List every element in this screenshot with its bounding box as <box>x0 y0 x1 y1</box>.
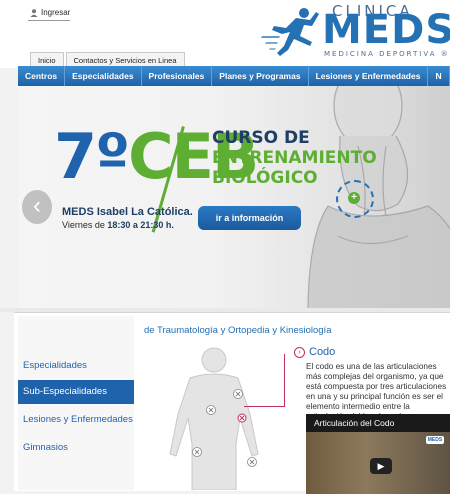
carousel-prev-arrow-icon[interactable]: ‹ <box>22 190 52 224</box>
login-underline <box>28 20 70 21</box>
nav-item-planes[interactable]: Planes y Programas <box>212 66 309 86</box>
hero-schedule: Viernes de 18:30 a 21:30 h. <box>62 220 174 230</box>
topic-title: Codo <box>309 346 336 358</box>
nav-item-profesionales[interactable]: Profesionales <box>142 66 213 86</box>
section-title: de Traumatología y Ortopedia y Kinesiolo… <box>144 325 332 336</box>
video-meds-badge: MEDS <box>426 436 444 444</box>
topic-description: El codo es una de las articulaciones más… <box>306 362 447 421</box>
login-link[interactable]: Ingresar <box>30 8 70 17</box>
main-content: de Traumatología y Ortopedia y Kinesiolo… <box>134 316 450 494</box>
sidebar-item-lesiones[interactable]: Lesiones y Enfermedades <box>18 408 134 432</box>
sidebar-item-gimnasios[interactable]: Gimnasios <box>18 436 134 460</box>
nav-item-centros[interactable]: Centros <box>18 66 66 86</box>
play-icon[interactable]: ▶ <box>370 458 392 474</box>
sidebar: Especialidades Sub-Especialidades Lesion… <box>18 316 134 490</box>
user-icon <box>30 8 38 17</box>
video-player[interactable]: Articulación del Codo MEDS ▶ <box>306 414 450 494</box>
more-info-button[interactable]: ir a información <box>198 206 301 230</box>
nav-item-more[interactable]: N <box>428 66 450 86</box>
video-title: Articulación del Codo <box>306 414 450 432</box>
logo-subtitle: MEDICINA DEPORTIVA ® <box>324 50 450 58</box>
hero-number: 7º <box>54 120 130 193</box>
nav-item-lesiones[interactable]: Lesiones y Enfermedades <box>309 66 429 86</box>
schedule-prefix: Viernes de <box>62 220 108 230</box>
connector-line-vertical <box>284 354 285 407</box>
main-nav: Centros Especialidades Profesionales Pla… <box>18 66 450 86</box>
chevron-right-icon: › <box>294 346 305 358</box>
hero-location: MEDS Isabel La Católica. <box>62 206 193 218</box>
runner-logo-icon <box>261 8 319 56</box>
body-diagram <box>169 347 259 490</box>
sidebar-item-especialidades[interactable]: Especialidades <box>18 354 134 378</box>
schedule-time: 18:30 a 21:30 h. <box>107 220 174 230</box>
course-line-2: ENTRENAMIENTO <box>212 148 377 168</box>
connector-line <box>244 406 284 407</box>
login-label: Ingresar <box>41 8 71 17</box>
video-thumbnail[interactable]: MEDS ▶ <box>306 432 450 494</box>
sidebar-item-sub-especialidades[interactable]: Sub-Especialidades <box>18 380 134 404</box>
clinica-meds-logo[interactable]: CLINICA MEDS MEDICINA DEPORTIVA ® <box>260 2 450 62</box>
hero-course-title: CURSO DE ENTRENAMIENTO BIOLÓGICO <box>212 128 377 188</box>
course-line-1: CURSO DE <box>212 128 310 148</box>
logo-meds-text: MEDS <box>322 7 450 53</box>
nav-item-especialidades[interactable]: Especialidades <box>65 66 142 86</box>
topic-heading: › Codo <box>294 346 335 358</box>
plus-icon[interactable]: + <box>348 192 360 204</box>
hero-banner: 7ºCEB CURSO DE ENTRENAMIENTO BIOLÓGICO M… <box>18 86 450 308</box>
